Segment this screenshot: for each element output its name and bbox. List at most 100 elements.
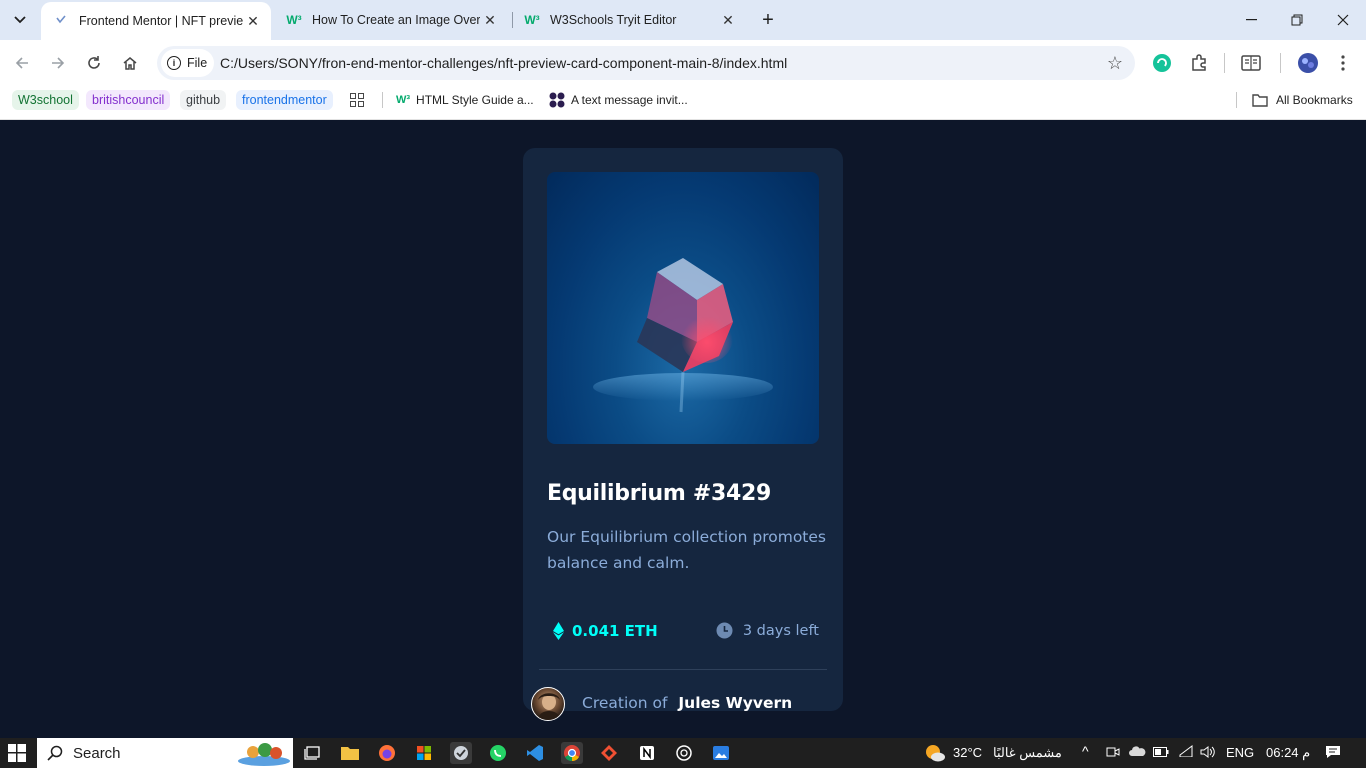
new-tab-button[interactable]: +: [756, 8, 780, 32]
bookmark-github[interactable]: github: [180, 90, 227, 110]
battery-icon[interactable]: [1153, 745, 1169, 760]
page-content: Equilibrium #3429 Our Equilibrium collec…: [0, 121, 1366, 738]
bookmark-star-icon[interactable]: ☆: [1107, 53, 1123, 73]
minimize-icon: [1245, 19, 1257, 21]
tab-image-overlay[interactable]: W³ How To Create an Image Overlay ✕: [274, 0, 508, 40]
url-text[interactable]: C:/Users/SONY/fron-end-mentor-challenges…: [220, 55, 787, 71]
weather-temperature: 32°C: [953, 745, 983, 760]
nft-title[interactable]: Equilibrium #3429: [547, 481, 771, 506]
clock-icon: [716, 622, 733, 639]
nft-image[interactable]: [547, 172, 819, 444]
chrome-button[interactable]: [561, 742, 583, 764]
address-bar[interactable]: i File C:/Users/SONY/fron-end-mentor-cha…: [157, 46, 1135, 80]
grammarly-icon: [1153, 54, 1171, 72]
windows-logo-icon: [8, 744, 26, 762]
bookmark-frontendmentor[interactable]: frontendmentor: [236, 90, 333, 110]
volume-icon[interactable]: [1200, 745, 1216, 762]
more-vertical-icon: [1341, 55, 1345, 71]
reading-list-button[interactable]: [1238, 50, 1264, 76]
reload-button[interactable]: [79, 48, 109, 78]
sun-cloud-icon: [926, 745, 945, 762]
tab-search-button[interactable]: [6, 6, 34, 34]
arrow-left-icon: [15, 57, 28, 69]
site-info-chip[interactable]: i File: [161, 49, 214, 77]
extensions-button[interactable]: [1186, 50, 1212, 76]
tab-frontend-mentor[interactable]: Frontend Mentor | NFT preview ✕: [41, 2, 271, 40]
vscode-button[interactable]: [524, 742, 546, 764]
bookmark-britishcouncil[interactable]: britishcouncil: [86, 90, 171, 110]
chrome-icon: [564, 745, 580, 762]
notion-icon: [640, 746, 654, 760]
home-icon: [123, 57, 137, 70]
vscode-icon: [527, 745, 543, 761]
apps-button[interactable]: [350, 90, 364, 110]
search-icon: [47, 745, 63, 761]
nft-price: 0.041 ETH: [553, 622, 658, 640]
home-button[interactable]: [115, 48, 145, 78]
bookmark-w3school[interactable]: W3school: [12, 90, 79, 110]
chrome-menu-button[interactable]: [1330, 50, 1356, 76]
nft-card: Equilibrium #3429 Our Equilibrium collec…: [523, 148, 843, 721]
tab-tryit-editor[interactable]: W³ W3Schools Tryit Editor ✕: [512, 0, 746, 40]
whatsapp-button[interactable]: [487, 742, 509, 764]
profile-avatar-icon: [1298, 53, 1318, 73]
creation-text: Creation of Jules Wyvern: [582, 694, 792, 712]
tab-title: W3Schools Tryit Editor: [550, 13, 677, 27]
clock[interactable]: 06:24 م: [1266, 745, 1310, 761]
chatgpt-button[interactable]: [673, 742, 695, 764]
extension-grammarly-button[interactable]: [1149, 50, 1175, 76]
minimize-button[interactable]: [1228, 0, 1274, 40]
weather-widget[interactable]: [924, 743, 946, 763]
weather-description: مشمس غالبًا: [993, 745, 1062, 760]
bookmark-html-style-guide[interactable]: W³ HTML Style Guide a...: [396, 90, 534, 110]
chevron-down-icon: [14, 16, 26, 24]
task-view-icon: [304, 746, 320, 760]
firefox-icon: [379, 745, 395, 761]
restore-button[interactable]: [1274, 0, 1320, 40]
profile-button[interactable]: [1295, 50, 1321, 76]
firefox-button[interactable]: [376, 742, 398, 764]
close-tab-icon[interactable]: ✕: [718, 10, 738, 30]
reload-icon: [88, 56, 100, 69]
tab-title: How To Create an Image Overlay: [312, 13, 480, 27]
all-bookmarks-label: All Bookmarks: [1276, 93, 1353, 107]
camera-icon: [1106, 747, 1120, 757]
toolbar-separator: [1280, 53, 1281, 73]
task-view-button[interactable]: [301, 742, 323, 764]
show-hidden-icons-chevron-up-icon[interactable]: ^: [1082, 743, 1089, 759]
search-label: Search: [73, 744, 121, 762]
apps-grid-icon: [350, 93, 364, 107]
all-bookmarks-button[interactable]: All Bookmarks: [1252, 90, 1353, 110]
notifications-icon[interactable]: [1325, 745, 1341, 762]
search-highlight-icon: [238, 743, 290, 766]
forward-button[interactable]: [43, 48, 73, 78]
app-button[interactable]: [450, 742, 472, 764]
bookmark-text-message[interactable]: A text message invit...: [549, 90, 688, 110]
close-tab-icon[interactable]: ✕: [243, 11, 263, 31]
close-tab-icon[interactable]: ✕: [480, 10, 500, 30]
reading-mode-icon: [1241, 55, 1261, 71]
tab-title: Frontend Mentor | NFT preview: [79, 14, 243, 28]
notion-button[interactable]: [636, 742, 658, 764]
onedrive-icon[interactable]: [1128, 745, 1146, 760]
file-explorer-button[interactable]: [339, 742, 361, 764]
creation-prefix: Creation of: [582, 694, 668, 712]
git-app-button[interactable]: [598, 742, 620, 764]
meet-now-icon[interactable]: [1106, 745, 1120, 762]
four-dots-icon: [549, 92, 565, 108]
photos-button[interactable]: [710, 742, 732, 764]
bookmark-separator: [382, 92, 383, 108]
creator-portrait-image: [537, 693, 561, 720]
cloud-icon: [1129, 746, 1146, 756]
start-button[interactable]: [8, 744, 26, 762]
bookmarks-bar: W3school britishcouncil github frontendm…: [0, 86, 1366, 120]
close-window-button[interactable]: [1320, 0, 1366, 40]
bookmark-separator: [1236, 92, 1237, 108]
wifi-icon[interactable]: [1178, 745, 1194, 760]
chat-bubble-icon: [1326, 746, 1340, 758]
author-link[interactable]: Jules Wyvern: [678, 694, 792, 712]
taskbar-search[interactable]: Search: [37, 738, 293, 768]
back-button[interactable]: [7, 48, 37, 78]
language-indicator[interactable]: ENG: [1226, 745, 1254, 760]
store-button[interactable]: [413, 742, 435, 764]
